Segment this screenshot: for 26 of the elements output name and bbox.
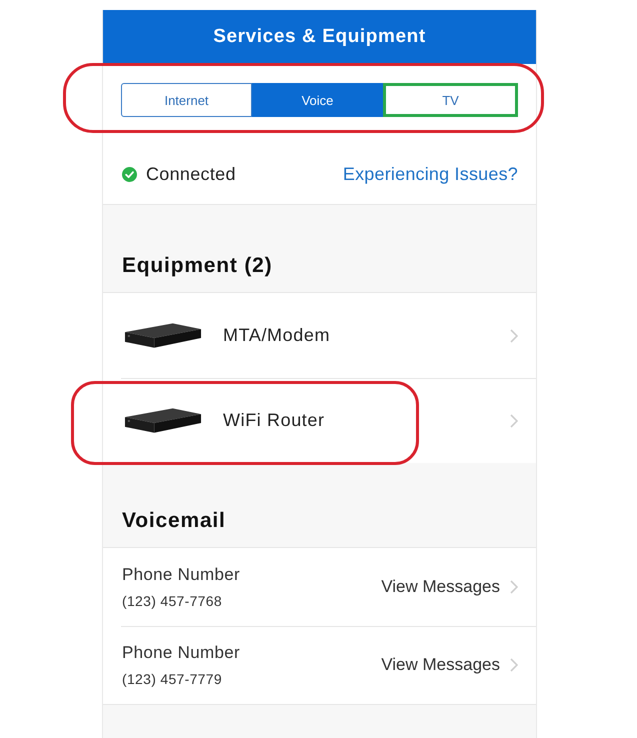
- tab[interactable]: TV: [383, 83, 518, 117]
- chevron-icon: [510, 414, 518, 428]
- voicemail-row[interactable]: Phone Number (123) 457-7779 View Messages: [103, 626, 536, 704]
- equipment-name: WiFi Router: [223, 410, 326, 431]
- phone-number: (123) 457-7768: [122, 593, 223, 609]
- chevron-icon: [510, 580, 518, 594]
- experiencing-issues-link[interactable]: Experiencing Issues?: [342, 164, 518, 185]
- phone-number: (123) 457-7779: [122, 671, 223, 687]
- equipment-row[interactable]: WiFi Router: [103, 378, 536, 463]
- chevron-icon: [510, 328, 518, 342]
- view-messages-link[interactable]: View Messages: [381, 577, 500, 597]
- equipment-row[interactable]: MTA/Modem: [103, 293, 536, 378]
- status-label: Connected: [146, 164, 236, 185]
- phone-label: Phone Number: [122, 643, 241, 663]
- page-title: Services & Equipment: [213, 26, 426, 48]
- view-messages-link[interactable]: View Messages: [381, 655, 500, 675]
- device-icon: [124, 320, 202, 350]
- phone-label: Phone Number: [122, 565, 241, 585]
- section-title: Equipment (2): [122, 254, 272, 278]
- section-title: Voicemail: [122, 509, 226, 533]
- tab[interactable]: Internet: [121, 83, 252, 117]
- voicemail-row[interactable]: Phone Number (123) 457-7768 View Messages: [103, 548, 536, 626]
- tab[interactable]: Voice: [252, 83, 383, 117]
- device-icon: [124, 406, 202, 436]
- chevron-icon: [510, 658, 518, 672]
- equipment-name: MTA/Modem: [223, 325, 332, 346]
